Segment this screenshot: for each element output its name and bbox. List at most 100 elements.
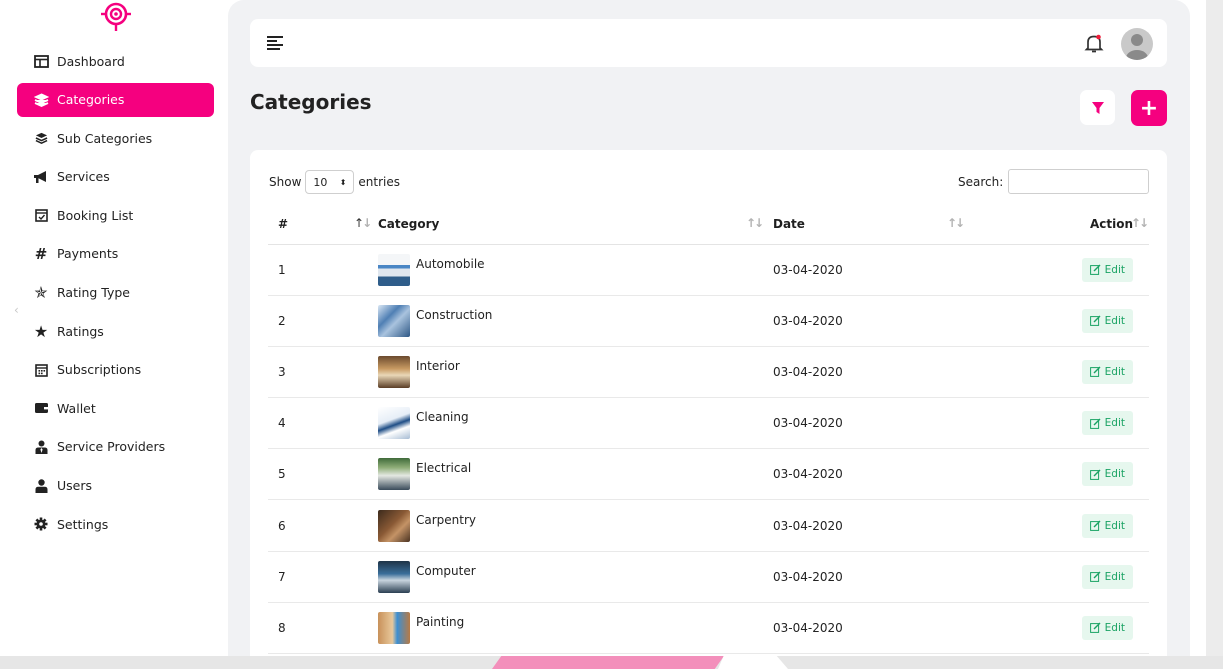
category-thumbnail [378,509,410,542]
row-number: 3 [268,346,378,399]
edit-icon [1089,469,1101,480]
column-header-date[interactable]: Date ↑↓ [773,204,973,245]
sidebar-item-dashboard[interactable]: Dashboard [17,44,214,78]
edit-label: Edit [1104,314,1125,327]
sidebar: Dashboard Categories Sub Categories Serv… [0,0,228,656]
sort-icon: ↑↓ [947,216,965,230]
category-cell: Computer [378,551,773,603]
category-name: Automobile [416,256,485,271]
show-label: Show [269,175,302,189]
category-name: Interior [416,358,460,373]
table-row: 5 Electrical 03-04-2020 Edit [268,448,1149,501]
sidebar-item-services[interactable]: Services [17,160,214,194]
add-category-button[interactable]: + [1131,90,1167,126]
categories-table-card: Show 10 ⬍ entries Search: # ↑↓ Category ↑↓ … [250,150,1167,669]
edit-button[interactable]: Edit [1081,615,1133,640]
logo-target-icon[interactable] [99,0,133,32]
row-date: 03-04-2020 [773,346,973,399]
entries-label: entries [358,175,400,189]
category-name: Electrical [416,461,472,476]
edit-button[interactable]: Edit [1081,359,1133,384]
sidebar-item-service-providers[interactable]: Service Providers [17,430,214,464]
category-name: Construction [416,307,493,322]
sidebar-item-subscriptions[interactable]: Subscriptions [17,353,214,387]
header-label: Category [378,216,440,231]
row-number: 6 [268,499,378,552]
row-date: 03-04-2020 [773,602,973,655]
edit-button[interactable]: Edit [1081,411,1133,436]
dashboard-icon [33,53,49,69]
category-cell: Automobile [378,244,773,296]
edit-label: Edit [1104,570,1125,583]
sidebar-item-label: Wallet [57,400,96,416]
action-cell: Edit [973,346,1149,399]
search-input[interactable] [1008,169,1150,194]
category-cell: Interior [378,346,773,399]
entries-select[interactable]: 10 ⬍ [305,170,355,194]
select-arrows-icon: ⬍ [339,177,347,187]
notification-bell-icon[interactable] [1083,32,1105,54]
edit-button[interactable]: Edit [1081,462,1133,487]
sort-icon: ↑↓ [1130,216,1149,230]
row-date: 03-04-2020 [773,448,973,501]
menu-toggle-icon[interactable] [264,31,286,53]
sidebar-item-ratings[interactable]: ★ Ratings [17,314,214,348]
filter-button[interactable] [1080,90,1115,125]
entries-control: Show 10 ⬍ entries [269,170,400,194]
sidebar-item-label: Subscriptions [57,362,142,378]
category-cell: Cleaning [378,397,773,450]
column-header-category[interactable]: Category ↑↓ [378,204,773,245]
sidebar-item-label: Settings [57,516,109,532]
row-number: 1 [268,244,378,296]
sidebar-item-rating-type[interactable]: ✯ Rating Type [17,276,214,310]
hash-icon: # [34,244,48,263]
category-cell: Construction [378,295,773,347]
edit-icon [1089,520,1101,531]
column-header-action[interactable]: Action ↑↓ [973,204,1149,245]
main-panel: Categories + Show 10 ⬍ entries Search: # ↑… [228,0,1190,669]
column-header-number[interactable]: # ↑↓ [268,204,378,245]
category-cell: Electrical [378,448,773,501]
megaphone-icon [33,169,49,185]
decorative-white-shape [718,656,788,669]
edit-button[interactable]: Edit [1081,564,1133,589]
edit-button[interactable]: Edit [1081,513,1133,538]
sidebar-item-sub-categories[interactable]: Sub Categories [17,121,214,155]
collapse-arrow-icon[interactable]: ‹ [14,303,19,317]
category-name: Carpentry [416,512,477,527]
sidebar-item-categories[interactable]: Categories [17,82,214,117]
sidebar-item-settings[interactable]: Settings [17,507,214,541]
user-avatar[interactable] [1121,28,1153,60]
row-date: 03-04-2020 [773,397,973,450]
action-cell: Edit [973,397,1149,450]
sidebar-item-booking-list[interactable]: Booking List [17,198,214,232]
table-header-row: # ↑↓ Category ↑↓ Date ↑↓ Action ↑↓ [268,204,1149,245]
sidebar-item-users[interactable]: Users [17,469,214,503]
sidebar-item-label: Ratings [57,323,104,339]
search-control: Search: [958,169,1150,194]
sidebar-item-wallet[interactable]: Wallet [17,391,214,425]
categories-table: # ↑↓ Category ↑↓ Date ↑↓ Action ↑↓ 1 Automob… [268,204,1149,655]
edit-icon [1089,571,1101,583]
user-tie-icon [33,439,49,455]
edit-button[interactable]: Edit [1081,257,1133,282]
sidebar-item-payments[interactable]: # Payments [17,237,214,271]
row-number: 8 [268,602,378,655]
action-cell: Edit [973,448,1149,501]
header-label: Action [1089,216,1133,231]
scrollbar-track[interactable] [1206,0,1223,669]
edit-icon [1089,622,1101,634]
edit-icon [1089,418,1101,429]
search-label: Search: [958,174,1004,189]
edit-label: Edit [1104,417,1125,430]
row-date: 03-04-2020 [773,551,973,603]
edit-button[interactable]: Edit [1081,308,1133,333]
edit-label: Edit [1104,365,1125,378]
star-half-icon: ✯ [34,283,48,303]
calendar-icon [33,362,49,378]
row-date: 03-04-2020 [773,499,973,552]
sidebar-item-label: Booking List [57,207,134,223]
edit-label: Edit [1104,519,1125,532]
action-cell: Edit [973,295,1149,347]
row-number: 5 [268,448,378,501]
